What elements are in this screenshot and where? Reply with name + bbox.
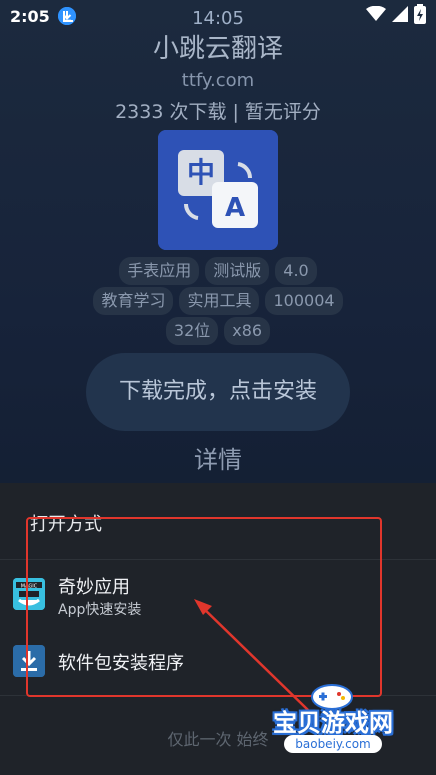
pointer-arrow: [194, 599, 309, 711]
watermark-text: 宝贝游戏网: [273, 709, 393, 737]
wifi-icon: [366, 5, 386, 26]
status-time: 2:05: [10, 6, 50, 26]
watermark-url: baobeiy.com: [284, 735, 382, 753]
battery-charging-icon: [414, 4, 426, 28]
status-bar: 2:05: [0, 0, 436, 32]
download-circle-icon: [57, 7, 76, 25]
watermark: 宝贝游戏网 baobeiy.com: [258, 683, 408, 763]
signal-icon: [392, 6, 408, 26]
